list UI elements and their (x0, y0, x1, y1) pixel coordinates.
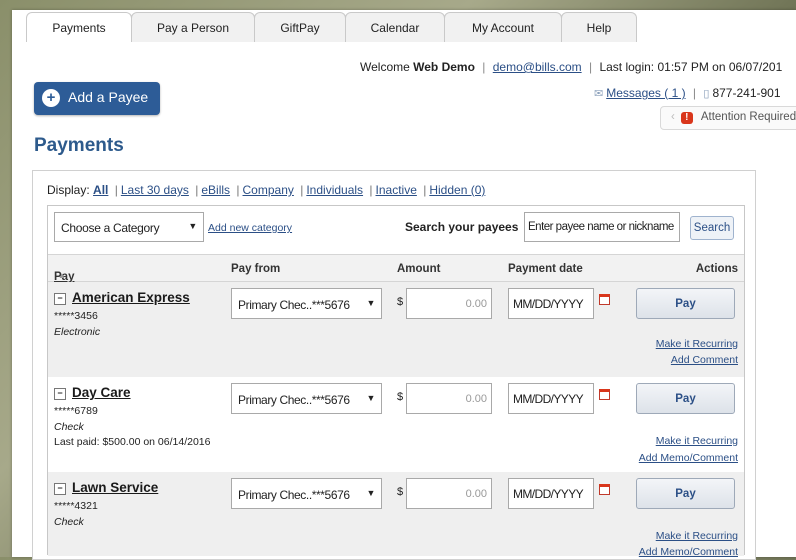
tab-pay-a-person[interactable]: Pay a Person (131, 12, 255, 42)
messages-bar: ✉ Messages ( 1 ) | ▯ 877-241-901 (594, 86, 781, 100)
col-amount: Amount (397, 263, 441, 275)
page-title: Payments (34, 135, 124, 156)
last-login: Last login: 01:57 PM on 06/07/201 (599, 60, 783, 74)
welcome-bar: Welcome Web Demo | demo@bills.com | Last… (360, 60, 783, 74)
minus-box-icon[interactable]: − (54, 388, 66, 400)
search-button[interactable]: Search (690, 216, 734, 240)
pay-from-select[interactable]: Primary Chec..***5676 ▼ (231, 478, 382, 509)
make-recurring-link[interactable]: Make it Recurring (656, 435, 738, 447)
tab-giftpay[interactable]: GiftPay (254, 12, 346, 42)
envelope-icon: ✉ (594, 88, 604, 100)
filter-individuals[interactable]: Individuals (306, 183, 363, 197)
filter-bar: Choose a Category ▼ Add new category Sea… (48, 206, 744, 256)
dollar-sign: $ (397, 296, 404, 308)
payee-account: *****3456 (54, 310, 98, 322)
tab-my-account[interactable]: My Account (444, 12, 562, 42)
col-actions: Actions (695, 263, 738, 275)
payee-type: Electronic (54, 326, 101, 338)
display-filters: Display: All | Last 30 days | eBills | Comp… (47, 183, 486, 197)
dollar-sign: $ (397, 391, 404, 403)
search-input[interactable] (524, 212, 680, 242)
filter-all[interactable]: All (93, 183, 108, 197)
payee-name[interactable]: − American Express (54, 290, 190, 305)
messages-link[interactable]: Messages ( 1 ) (606, 86, 685, 100)
minus-box-icon[interactable]: − (54, 293, 66, 305)
pay-button[interactable]: Pay (636, 383, 735, 414)
phone-icon: ▯ (703, 88, 710, 100)
payee-name[interactable]: − Day Care (54, 385, 131, 400)
filter-inactive[interactable]: Inactive (376, 183, 417, 197)
payment-date-input[interactable] (508, 383, 594, 414)
amount-input[interactable] (406, 288, 492, 319)
welcome-prefix: Welcome (360, 60, 410, 74)
category-value: Choose a Category (61, 221, 160, 235)
tab-calendar[interactable]: Calendar (345, 12, 445, 42)
tab-payments[interactable]: Payments (26, 12, 132, 42)
caret-down-icon: ▼ (366, 393, 375, 403)
display-label: Display: (47, 183, 90, 197)
calendar-icon[interactable] (599, 389, 610, 400)
payments-panel: Display: All | Last 30 days | eBills | Comp… (32, 170, 756, 560)
calendar-icon[interactable] (599, 484, 610, 495)
add-memo-link[interactable]: Add Memo/Comment (639, 546, 738, 558)
table-row: − Day Care *****6789 Check Last paid: $50… (48, 377, 744, 472)
add-category-link[interactable]: Add new category (208, 222, 292, 234)
table-row: − Lawn Service *****4321 Check Primary Ch… (48, 472, 744, 558)
tab-help[interactable]: Help (561, 12, 637, 42)
caret-down-icon: ▼ (366, 488, 375, 498)
attention-required-button[interactable]: ‹! Attention Required (660, 106, 796, 130)
attention-label: Attention Required (700, 111, 796, 123)
caret-down-icon: ▼ (366, 298, 375, 308)
table-row: − American Express *****3456 Electronic P… (48, 282, 744, 377)
minus-box-icon[interactable]: − (54, 483, 66, 495)
payee-table: Choose a Category ▼ Add new category Sea… (47, 205, 745, 558)
caret-down-icon: ▼ (188, 221, 197, 231)
main-tabs: Payments Pay a Person GiftPay Calendar M… (26, 12, 637, 42)
payee-type: Check (54, 421, 84, 433)
sort-up-icon: ▲ (58, 271, 66, 280)
payment-date-input[interactable] (508, 288, 594, 319)
pay-from-select[interactable]: Primary Chec..***5676 ▼ (231, 288, 382, 319)
calendar-icon[interactable] (599, 294, 610, 305)
make-recurring-link[interactable]: Make it Recurring (656, 338, 738, 350)
app-page: Payments Pay a Person GiftPay Calendar M… (12, 10, 796, 560)
email-link[interactable]: demo@bills.com (493, 60, 582, 74)
category-select[interactable]: Choose a Category ▼ (54, 212, 204, 242)
plus-circle-icon: + (42, 89, 60, 107)
alert-icon: ! (680, 112, 693, 124)
make-recurring-link[interactable]: Make it Recurring (656, 530, 738, 542)
payee-account: *****6789 (54, 405, 98, 417)
payment-date-input[interactable] (508, 478, 594, 509)
filter-ebills[interactable]: eBills (201, 183, 230, 197)
last-paid: Last paid: $500.00 on 06/14/2016 (54, 436, 211, 448)
amount-input[interactable] (406, 383, 492, 414)
pay-button[interactable]: Pay (636, 288, 735, 319)
payee-account: *****4321 (54, 500, 98, 512)
chevron-left-icon: ‹ (671, 111, 675, 123)
add-payee-button[interactable]: + Add a Payee (34, 82, 160, 115)
pay-from-select[interactable]: Primary Chec..***5676 ▼ (231, 383, 382, 414)
amount-input[interactable] (406, 478, 492, 509)
user-name: Web Demo (413, 60, 475, 74)
add-comment-link[interactable]: Add Comment (671, 354, 738, 366)
payee-type: Check (54, 516, 84, 528)
filter-hidden[interactable]: Hidden (0) (429, 183, 485, 197)
filter-last-30-days[interactable]: Last 30 days (121, 183, 189, 197)
filter-company[interactable]: Company (243, 183, 294, 197)
col-payment-date: Payment date (508, 263, 583, 275)
table-header: Pay To▲ Pay from Amount Payment date Act… (48, 254, 744, 295)
add-payee-label: Add a Payee (68, 89, 149, 105)
search-label: Search your payees (405, 220, 519, 234)
payee-name[interactable]: − Lawn Service (54, 480, 158, 495)
add-memo-link[interactable]: Add Memo/Comment (639, 452, 738, 464)
col-pay-from: Pay from (231, 263, 281, 275)
dollar-sign: $ (397, 486, 404, 498)
pay-button[interactable]: Pay (636, 478, 735, 509)
phone-number: 877-241-901 (712, 86, 781, 100)
